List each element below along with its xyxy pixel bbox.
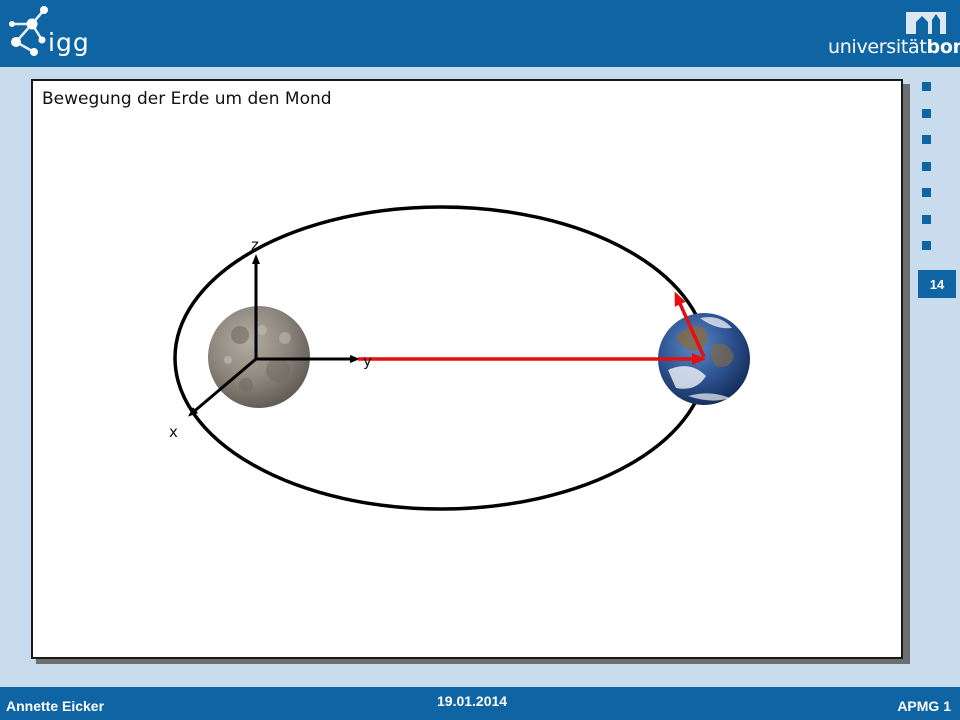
moon-icon	[208, 306, 310, 408]
footer-date: 19.01.2014	[437, 693, 508, 709]
z-axis-label: z	[251, 236, 259, 254]
earth-moon-diagram: z y x	[169, 205, 750, 511]
y-axis-label: y	[363, 352, 372, 370]
footer-author: Annette Eicker	[6, 698, 105, 714]
x-axis-label: x	[169, 423, 178, 441]
footer-course: APMG 1	[897, 698, 951, 714]
footer-bar: Annette Eicker 19.01.2014 APMG 1	[0, 687, 960, 720]
